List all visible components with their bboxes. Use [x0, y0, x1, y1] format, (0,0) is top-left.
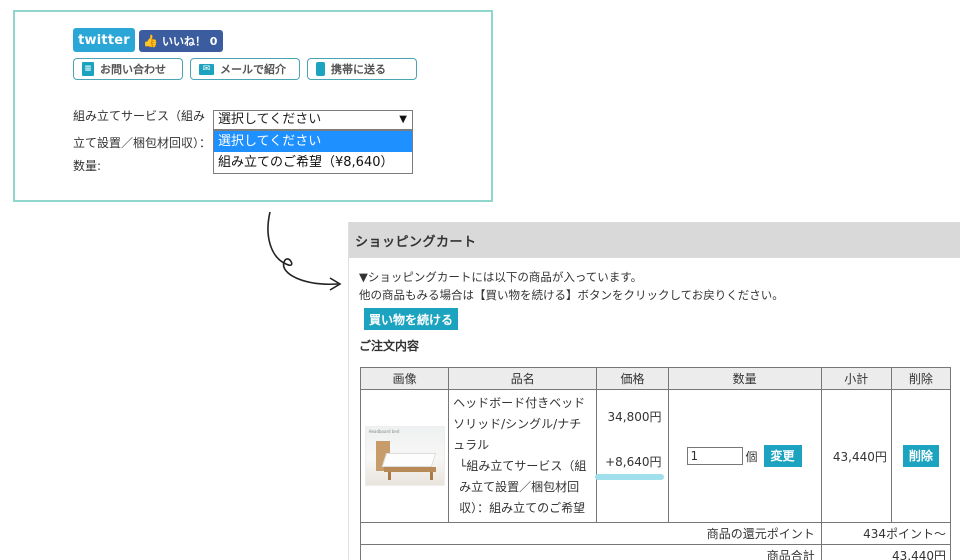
order-details-title: ご注文内容 — [359, 339, 420, 353]
delete-button[interactable]: 削除 — [902, 445, 939, 467]
change-quantity-button[interactable]: 変更 — [763, 445, 802, 467]
cart-intro-line2: 他の商品もみる場合は【買い物を続ける】ボタンをクリックしてお戻りください。 — [359, 288, 784, 302]
price-cell: 34,800円 +8,640円 — [595, 389, 669, 523]
option-price: +8,640円 — [605, 455, 662, 469]
column-header-delete: 削除 — [890, 367, 952, 390]
assembly-select-value: 選択してください — [218, 112, 322, 127]
subtotal-cell: 43,440円 — [820, 389, 892, 523]
shopping-cart-panel: ショッピングカート ▼ショッピングカートには以下の商品が入っています。 他の商品… — [348, 222, 960, 560]
assembly-dropdown-list: 選択してください 組み立てのご希望（¥8,640） — [213, 130, 413, 174]
inquiry-label: お問い合わせ — [100, 63, 166, 76]
table-row: Headboard bed ヘッドボード付きベッド ソリッド/シングル/ナチュラ… — [359, 389, 952, 523]
quantity-unit: 個 — [745, 449, 758, 464]
thumbs-up-icon: 👍 — [143, 34, 158, 48]
assembly-service-label: 組み立てサービス（組み立て設置／梱包材回収）： — [73, 109, 212, 150]
product-option-name: └組み立てサービス（組み立て設置／梱包材回収）：組み立てのご希望 — [459, 459, 587, 515]
continue-shopping-button[interactable]: 買い物を続ける — [364, 308, 458, 330]
column-header-price: 価格 — [596, 367, 669, 390]
option-price-wrap: +8,640円 — [595, 453, 664, 480]
email-share-button[interactable]: ✉ メールで紹介 — [190, 58, 300, 80]
total-value: 43,440円 — [820, 544, 952, 560]
column-header-name: 品名 — [448, 367, 598, 390]
product-image-caption: Headboard bed — [368, 429, 400, 434]
product-name[interactable]: ヘッドボード付きベッド ソリッド/シングル/ナチュラル — [453, 393, 597, 456]
column-header-image: 画像 — [359, 367, 450, 390]
document-icon: ≡ — [82, 62, 94, 76]
quantity-cell: 1 個変更 — [667, 389, 822, 523]
send-to-mobile-button[interactable]: 携帯に送る — [307, 58, 417, 80]
social-buttons: twitter 👍 いいね！ 0 — [73, 28, 223, 52]
dropdown-option-placeholder[interactable]: 選択してください — [214, 131, 412, 152]
action-buttons: ≡ お問い合わせ ✉ メールで紹介 携帯に送る — [73, 58, 417, 80]
curved-arrow-icon — [267, 211, 342, 291]
send-to-mobile-label: 携帯に送る — [331, 63, 386, 76]
total-row: 商品合計 43,440円 — [360, 544, 952, 560]
cart-intro: ▼ショッピングカートには以下の商品が入っています。 他の商品もみる場合は【買い物… — [359, 268, 784, 304]
points-value: 434ポイント～ — [820, 522, 952, 545]
product-price: 34,800円 — [607, 410, 662, 424]
dropdown-arrow-icon: ▼ — [399, 114, 407, 125]
assembly-select[interactable]: 選択してください ▼ — [213, 110, 413, 130]
product-image-cell: Headboard bed — [359, 389, 450, 523]
product-image[interactable]: Headboard bed — [364, 426, 445, 486]
twitter-share-button[interactable]: twitter — [73, 28, 135, 52]
product-name-cell: ヘッドボード付きベッド ソリッド/シングル/ナチュラル └組み立てサービス（組み… — [448, 389, 598, 523]
email-share-label: メールで紹介 — [220, 63, 286, 76]
quantity-label: 数量: — [73, 159, 102, 173]
points-label: 商品の還元ポイント — [360, 522, 822, 545]
mobile-icon — [316, 62, 325, 76]
cart-intro-line1: ▼ショッピングカートには以下の商品が入っています。 — [359, 270, 643, 284]
cart-table: 画像 品名 価格 数量 小計 削除 Headboard bed ヘッドボード付き… — [359, 367, 952, 560]
inquiry-button[interactable]: ≡ お問い合わせ — [73, 58, 183, 80]
like-label: いいね！ 0 — [161, 35, 218, 48]
column-header-quantity: 数量 — [667, 367, 822, 390]
quantity-input[interactable]: 1 — [686, 447, 743, 465]
table-header-row: 画像 品名 価格 数量 小計 削除 — [359, 367, 952, 390]
column-header-subtotal: 小計 — [820, 367, 892, 390]
cart-title: ショッピングカート — [349, 222, 960, 258]
total-label: 商品合計 — [360, 544, 822, 560]
dropdown-option-assembly[interactable]: 組み立てのご希望（¥8,640） — [214, 152, 412, 173]
mail-icon: ✉ — [199, 63, 214, 75]
option-price-highlight — [595, 474, 664, 480]
points-row: 商品の還元ポイント 434ポイント～ — [360, 522, 952, 545]
delete-cell: 削除 — [890, 389, 952, 523]
product-option-panel: twitter 👍 いいね！ 0 ≡ お問い合わせ ✉ メールで紹介 携帯に送る… — [13, 10, 493, 202]
facebook-like-button[interactable]: 👍 いいね！ 0 — [139, 30, 223, 52]
